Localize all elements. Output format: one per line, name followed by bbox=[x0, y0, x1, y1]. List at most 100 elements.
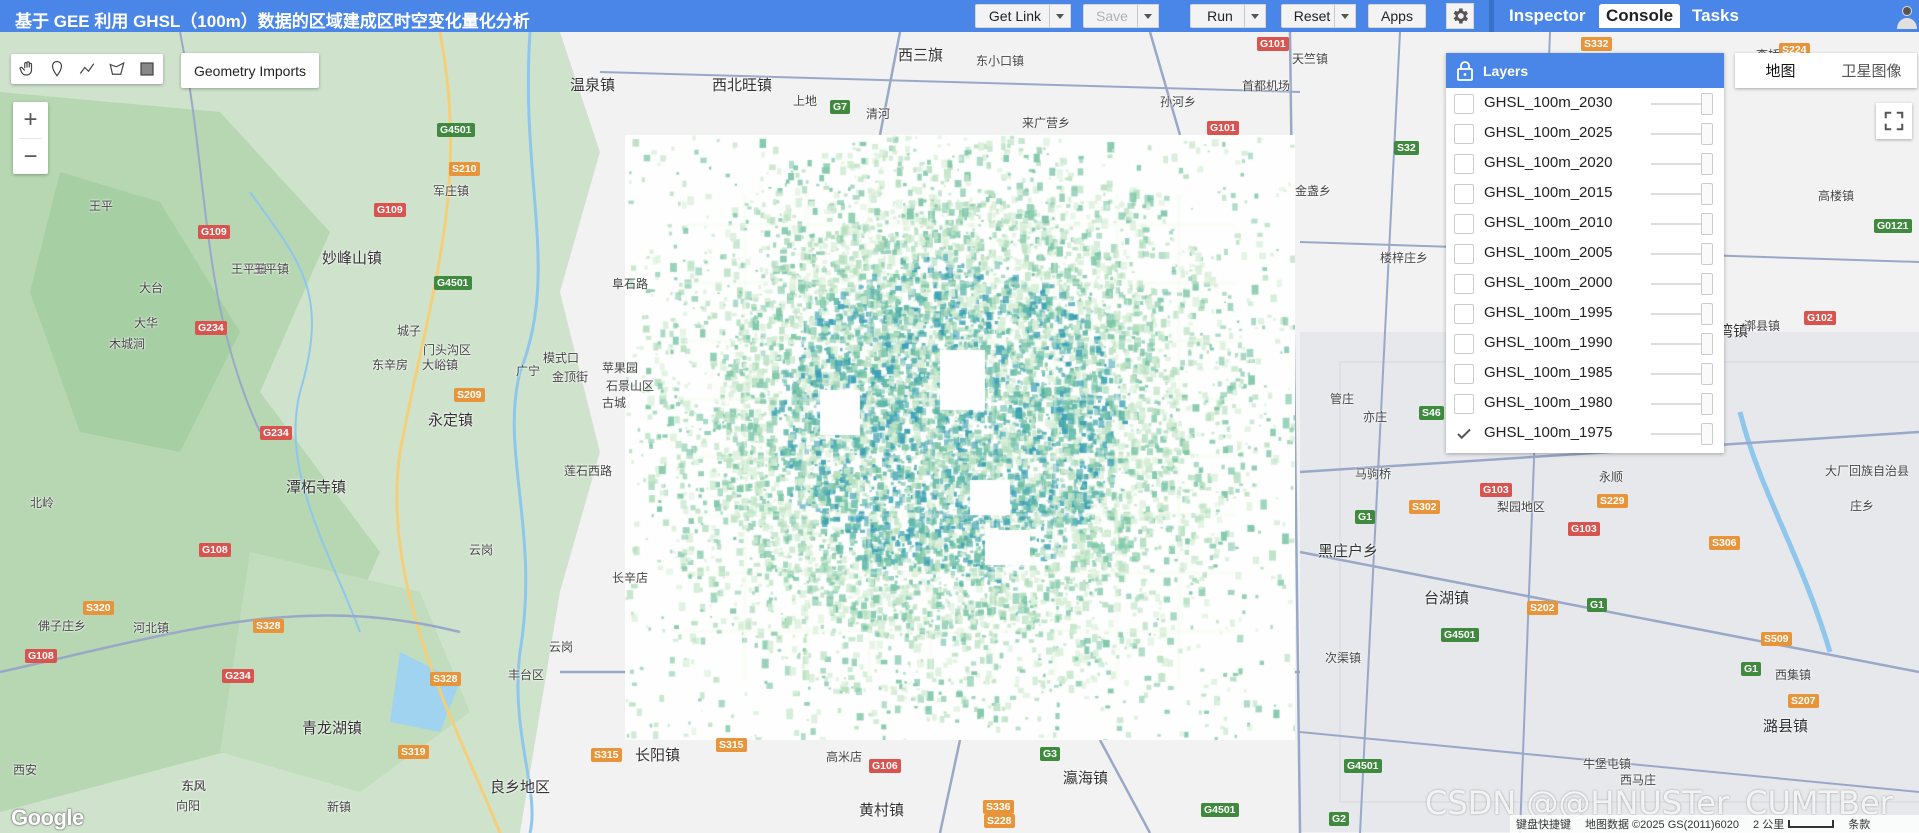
point-tool[interactable] bbox=[46, 58, 68, 80]
opacity-slider-track[interactable] bbox=[1651, 193, 1701, 195]
layer-row[interactable]: GHSL_100m_1985 bbox=[1446, 358, 1724, 388]
layer-row[interactable]: GHSL_100m_1975 bbox=[1446, 418, 1724, 448]
opacity-slider-track[interactable] bbox=[1651, 283, 1701, 285]
opacity-slider-handle[interactable] bbox=[1701, 183, 1713, 205]
road-shield: G234 bbox=[260, 426, 292, 440]
opacity-slider-track[interactable] bbox=[1651, 433, 1701, 435]
opacity-slider-handle[interactable] bbox=[1701, 393, 1713, 415]
line-tool[interactable] bbox=[76, 58, 98, 80]
run-dropdown[interactable] bbox=[1244, 4, 1266, 28]
keyboard-shortcuts-link[interactable]: 键盘快捷键 bbox=[1516, 816, 1571, 832]
apps-button[interactable]: Apps bbox=[1368, 4, 1426, 28]
reset-dropdown[interactable] bbox=[1334, 4, 1356, 28]
layer-checkbox[interactable] bbox=[1454, 214, 1474, 234]
opacity-slider-track[interactable] bbox=[1651, 343, 1701, 345]
layer-name: GHSL_100m_1985 bbox=[1484, 364, 1613, 381]
opacity-slider-track[interactable] bbox=[1651, 163, 1701, 165]
road-shield: G101 bbox=[1257, 37, 1289, 51]
layer-row[interactable]: GHSL_100m_2030 bbox=[1446, 88, 1724, 118]
opacity-slider-handle[interactable] bbox=[1701, 303, 1713, 325]
layer-checkbox[interactable] bbox=[1454, 304, 1474, 324]
layer-name: GHSL_100m_2010 bbox=[1484, 214, 1613, 231]
layer-row[interactable]: GHSL_100m_2010 bbox=[1446, 208, 1724, 238]
opacity-slider-track[interactable] bbox=[1651, 253, 1701, 255]
layer-row[interactable]: GHSL_100m_2020 bbox=[1446, 148, 1724, 178]
opacity-slider-handle[interactable] bbox=[1701, 363, 1713, 385]
opacity-slider-handle[interactable] bbox=[1701, 213, 1713, 235]
place-label: 金盏乡 bbox=[1295, 184, 1332, 198]
zoom-in-button[interactable]: + bbox=[13, 102, 48, 138]
opacity-slider-handle[interactable] bbox=[1701, 153, 1713, 175]
road-shield: G1 bbox=[1355, 510, 1376, 524]
geometry-imports-button[interactable]: Geometry Imports bbox=[181, 53, 319, 88]
layer-checkbox[interactable] bbox=[1454, 334, 1474, 354]
opacity-slider-handle[interactable] bbox=[1701, 123, 1713, 145]
zoom-out-button[interactable]: − bbox=[13, 139, 48, 175]
layer-checkbox[interactable] bbox=[1454, 274, 1474, 294]
place-label: 大厂回族自治县 bbox=[1825, 464, 1910, 478]
panel-splitter[interactable] bbox=[1489, 0, 1494, 32]
layer-checkbox[interactable] bbox=[1454, 364, 1474, 384]
opacity-slider-handle[interactable] bbox=[1701, 93, 1713, 115]
layer-checkbox[interactable] bbox=[1454, 394, 1474, 414]
get-link-button[interactable]: Get Link bbox=[975, 4, 1055, 28]
zoom-control: + − bbox=[13, 102, 48, 174]
opacity-slider-track[interactable] bbox=[1651, 373, 1701, 375]
layer-row[interactable]: GHSL_100m_2000 bbox=[1446, 268, 1724, 298]
opacity-slider-handle[interactable] bbox=[1701, 423, 1713, 445]
opacity-slider-track[interactable] bbox=[1651, 313, 1701, 315]
hand-icon bbox=[19, 61, 33, 76]
place-label: 马驹桥 bbox=[1355, 467, 1392, 481]
scale-label[interactable]: 2 公里 bbox=[1753, 816, 1835, 832]
layer-checkbox[interactable] bbox=[1454, 244, 1474, 264]
opacity-slider-handle[interactable] bbox=[1701, 243, 1713, 265]
layer-row[interactable]: GHSL_100m_2005 bbox=[1446, 238, 1724, 268]
layer-checkbox[interactable] bbox=[1454, 154, 1474, 174]
tab-inspector[interactable]: Inspector bbox=[1502, 4, 1593, 28]
tab-tasks[interactable]: Tasks bbox=[1685, 4, 1746, 28]
polygon-tool[interactable] bbox=[106, 58, 128, 80]
place-label: 云岗 bbox=[549, 640, 574, 654]
place-label: 苹果园 bbox=[602, 361, 639, 375]
map-type-satellite[interactable]: 卫星图像 bbox=[1826, 53, 1917, 88]
place-label: 楼梓庄乡 bbox=[1380, 251, 1429, 265]
user-avatar-icon[interactable] bbox=[1893, 3, 1917, 29]
layer-row[interactable]: GHSL_100m_1995 bbox=[1446, 298, 1724, 328]
tab-console[interactable]: Console bbox=[1599, 4, 1681, 28]
layer-checkbox[interactable] bbox=[1454, 94, 1474, 114]
road-shield: G234 bbox=[195, 321, 227, 335]
fullscreen-button[interactable] bbox=[1876, 103, 1912, 139]
place-label: 良乡地区 bbox=[490, 779, 551, 796]
opacity-slider-track[interactable] bbox=[1651, 223, 1701, 225]
layer-row[interactable]: GHSL_100m_1990 bbox=[1446, 328, 1724, 358]
opacity-slider-handle[interactable] bbox=[1701, 333, 1713, 355]
place-label: 梨园地区 bbox=[1497, 500, 1546, 514]
terms-link[interactable]: 条款 bbox=[1848, 816, 1870, 832]
layer-checkbox[interactable] bbox=[1454, 124, 1474, 144]
road-shield: S336 bbox=[983, 800, 1014, 814]
road-shield: G4501 bbox=[1441, 628, 1479, 642]
lock-icon[interactable] bbox=[1456, 60, 1474, 81]
save-button[interactable]: Save bbox=[1083, 4, 1141, 28]
map-canvas[interactable]: 西三旗 东小口镇 天竺镇 李桥 温泉镇 西北旺镇 上地 清河 首都机场 孙河乡 … bbox=[0, 32, 1919, 833]
layer-row[interactable]: GHSL_100m_2025 bbox=[1446, 118, 1724, 148]
map-type-roadmap[interactable]: 地图 bbox=[1735, 53, 1826, 88]
opacity-slider-track[interactable] bbox=[1651, 133, 1701, 135]
opacity-slider-handle[interactable] bbox=[1701, 273, 1713, 295]
checkmark-icon bbox=[1457, 428, 1471, 440]
layer-row[interactable]: GHSL_100m_2015 bbox=[1446, 178, 1724, 208]
run-button[interactable]: Run bbox=[1190, 4, 1250, 28]
opacity-slider-track[interactable] bbox=[1651, 103, 1701, 105]
settings-button[interactable] bbox=[1446, 3, 1474, 29]
layer-checkbox[interactable] bbox=[1454, 424, 1474, 444]
get-link-dropdown[interactable] bbox=[1049, 4, 1071, 28]
place-label: 首都机场 bbox=[1242, 79, 1291, 93]
save-dropdown[interactable] bbox=[1137, 4, 1159, 28]
opacity-slider-track[interactable] bbox=[1651, 403, 1701, 405]
rectangle-tool[interactable] bbox=[136, 58, 158, 80]
layer-row[interactable]: GHSL_100m_1980 bbox=[1446, 388, 1724, 418]
pan-tool[interactable] bbox=[16, 58, 38, 80]
layer-name: GHSL_100m_2015 bbox=[1484, 184, 1613, 201]
layer-checkbox[interactable] bbox=[1454, 184, 1474, 204]
road-shield: S207 bbox=[1788, 694, 1819, 708]
